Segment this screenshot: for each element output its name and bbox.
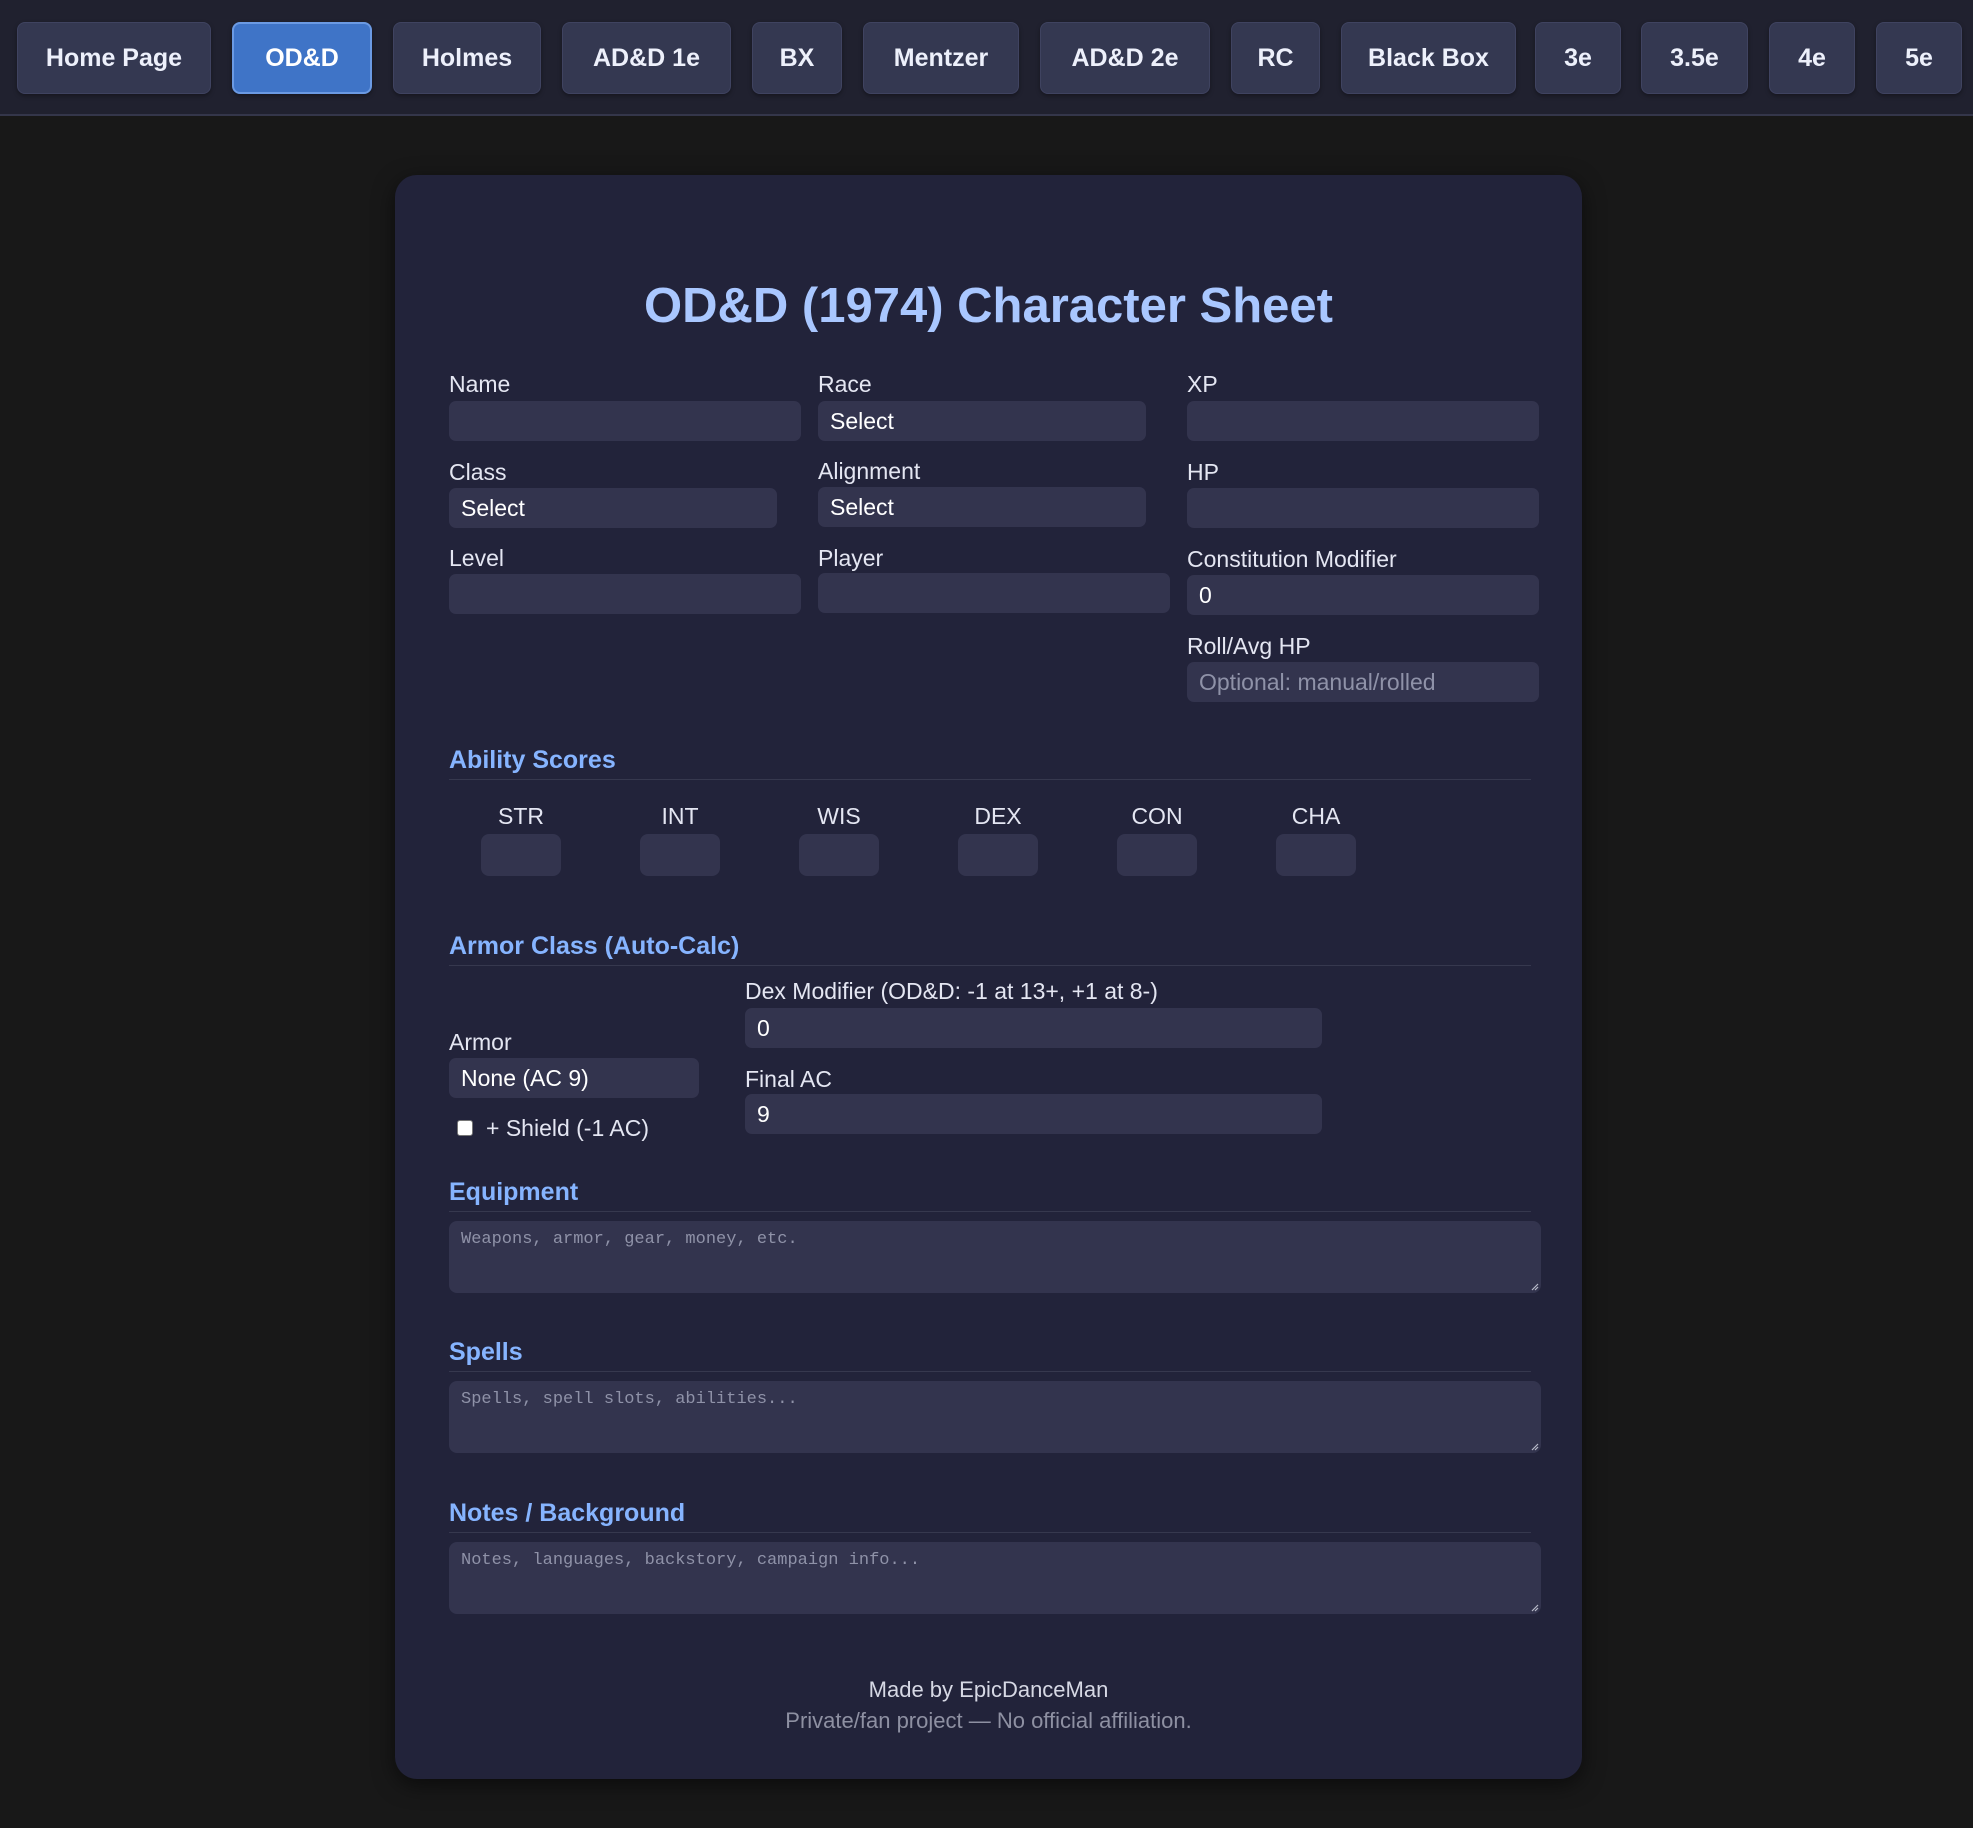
notes-placeholder: Notes, languages, backstory, campaign in… bbox=[461, 1551, 921, 1570]
class-label: Class bbox=[449, 459, 507, 485]
roll-avg-hp-label: Roll/Avg HP bbox=[1187, 633, 1311, 659]
con-input[interactable] bbox=[1117, 834, 1197, 876]
alignment-label: Alignment bbox=[818, 458, 921, 484]
dex-label: DEX bbox=[974, 803, 1022, 829]
nav-add-1e[interactable]: AD&D 1e bbox=[562, 22, 731, 94]
class-select[interactable]: Select bbox=[449, 488, 777, 528]
level-input[interactable] bbox=[449, 574, 801, 614]
player-label: Player bbox=[818, 545, 884, 571]
cha-label: CHA bbox=[1291, 803, 1341, 829]
wis-label: WIS bbox=[817, 803, 861, 829]
nav-3-5e[interactable]: 3.5e bbox=[1641, 22, 1748, 94]
resize-grip-icon[interactable] bbox=[1529, 1602, 1539, 1612]
nav-3e[interactable]: 3e bbox=[1535, 22, 1621, 94]
race-label: Race bbox=[818, 371, 872, 397]
str-input[interactable] bbox=[481, 834, 561, 876]
nav-5e[interactable]: 5e bbox=[1876, 22, 1962, 94]
roll-avg-hp-input[interactable]: Optional: manual/rolled bbox=[1187, 662, 1539, 702]
nav-rc[interactable]: RC bbox=[1231, 22, 1320, 94]
name-input[interactable] bbox=[449, 401, 801, 441]
armor-label: Armor bbox=[449, 1029, 512, 1055]
footer-disclaimer: Private/fan project — No official affili… bbox=[785, 1708, 1192, 1733]
nav-mentzer[interactable]: Mentzer bbox=[863, 22, 1019, 94]
top-navigation: Home Page OD&D Holmes AD&D 1e BX Mentzer… bbox=[0, 0, 1973, 116]
armor-select[interactable]: None (AC 9) bbox=[449, 1058, 699, 1098]
page-title: OD&D (1974) Character Sheet bbox=[644, 279, 1333, 333]
int-input[interactable] bbox=[640, 834, 720, 876]
notes-textarea[interactable]: Notes, languages, backstory, campaign in… bbox=[449, 1542, 1541, 1614]
nav-holmes[interactable]: Holmes bbox=[393, 22, 541, 94]
final-ac-field[interactable]: 9 bbox=[745, 1094, 1322, 1134]
name-label: Name bbox=[449, 371, 511, 397]
player-input[interactable] bbox=[818, 573, 1170, 613]
shield-checkbox[interactable] bbox=[457, 1120, 473, 1136]
spells-heading: Spells bbox=[449, 1338, 1531, 1372]
constitution-modifier-field[interactable]: 0 bbox=[1187, 575, 1539, 615]
con-label: CON bbox=[1131, 803, 1183, 829]
str-label: STR bbox=[498, 803, 544, 829]
alignment-select[interactable]: Select bbox=[818, 487, 1146, 527]
nav-4e[interactable]: 4e bbox=[1769, 22, 1855, 94]
nav-odd[interactable]: OD&D bbox=[232, 22, 372, 94]
wis-input[interactable] bbox=[799, 834, 879, 876]
int-label: INT bbox=[661, 803, 699, 829]
race-select[interactable]: Select bbox=[818, 401, 1146, 441]
dex-input[interactable] bbox=[958, 834, 1038, 876]
armor-class-heading: Armor Class (Auto-Calc) bbox=[449, 932, 1531, 966]
resize-grip-icon[interactable] bbox=[1529, 1281, 1539, 1291]
hp-label: HP bbox=[1187, 459, 1219, 485]
equipment-placeholder: Weapons, armor, gear, money, etc. bbox=[461, 1230, 798, 1249]
character-sheet-card: OD&D (1974) Character Sheet Name Class S… bbox=[395, 175, 1582, 1779]
hp-input[interactable] bbox=[1187, 488, 1539, 528]
shield-label: + Shield (-1 AC) bbox=[486, 1115, 649, 1141]
equipment-heading: Equipment bbox=[449, 1178, 1531, 1212]
footer-credit: Made by EpicDanceMan bbox=[868, 1677, 1109, 1702]
dex-modifier-label: Dex Modifier (OD&D: -1 at 13+, +1 at 8-) bbox=[745, 978, 1158, 1004]
level-label: Level bbox=[449, 545, 504, 571]
nav-add-2e[interactable]: AD&D 2e bbox=[1040, 22, 1210, 94]
notes-heading: Notes / Background bbox=[449, 1499, 1531, 1533]
spells-textarea[interactable]: Spells, spell slots, abilities... bbox=[449, 1381, 1541, 1453]
ability-scores-heading: Ability Scores bbox=[449, 746, 1531, 780]
nav-black-box[interactable]: Black Box bbox=[1341, 22, 1516, 94]
final-ac-label: Final AC bbox=[745, 1066, 832, 1092]
xp-label: XP bbox=[1187, 371, 1218, 397]
resize-grip-icon[interactable] bbox=[1529, 1441, 1539, 1451]
nav-home-page[interactable]: Home Page bbox=[17, 22, 211, 94]
nav-bx[interactable]: BX bbox=[752, 22, 842, 94]
constitution-modifier-label: Constitution Modifier bbox=[1187, 546, 1397, 572]
spells-placeholder: Spells, spell slots, abilities... bbox=[461, 1390, 798, 1409]
xp-input[interactable] bbox=[1187, 401, 1539, 441]
cha-input[interactable] bbox=[1276, 834, 1356, 876]
dex-modifier-field[interactable]: 0 bbox=[745, 1008, 1322, 1048]
equipment-textarea[interactable]: Weapons, armor, gear, money, etc. bbox=[449, 1221, 1541, 1293]
